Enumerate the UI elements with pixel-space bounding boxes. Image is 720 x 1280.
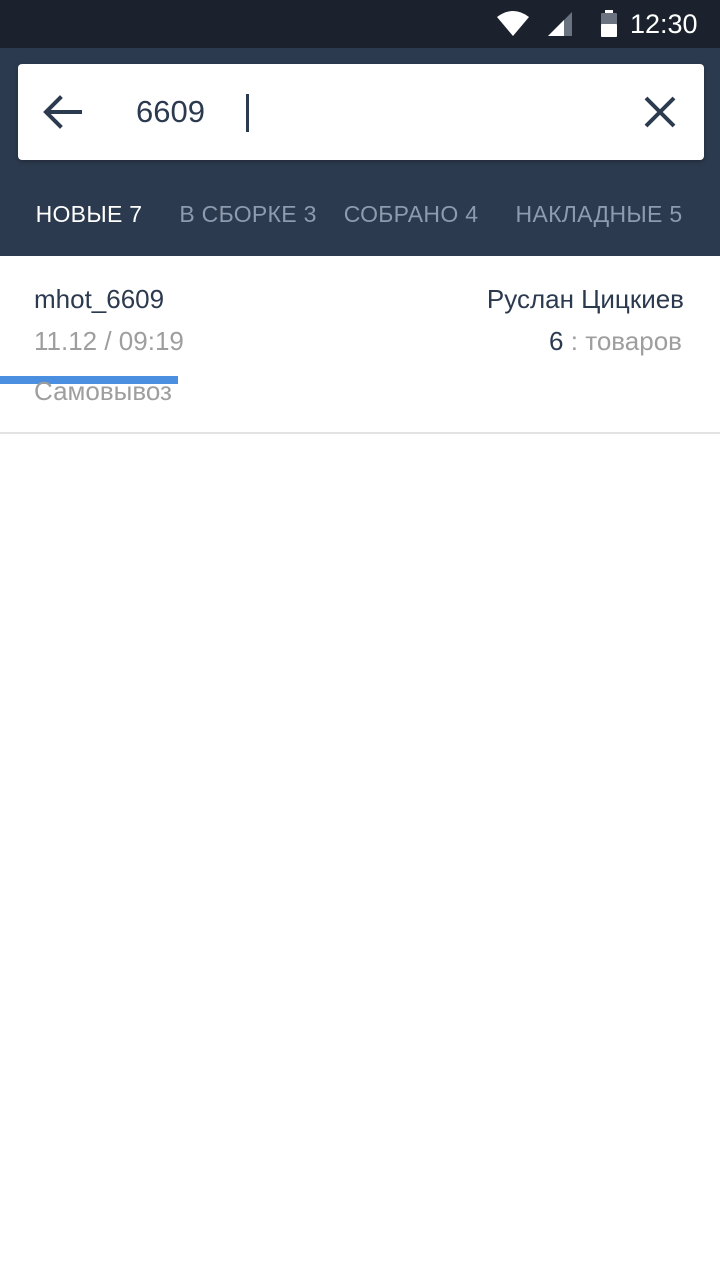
items-count-number: 6: [549, 326, 564, 356]
app-bar: 6609 НОВЫЕ 7 В СБОРКЕ 3 СОБРАНО 4 НАКЛАД…: [0, 48, 720, 384]
order-list-item[interactable]: mhot_6609 11.12 / 09:19 Самовывоз Руслан…: [0, 256, 720, 434]
cell-signal-icon: [546, 0, 574, 48]
status-bar: 12:30: [0, 0, 720, 48]
order-datetime: 11.12 / 09:19: [34, 326, 184, 356]
tab-assembling[interactable]: В СБОРКЕ 3: [178, 176, 318, 252]
tab-assembled[interactable]: СОБРАНО 4: [336, 176, 486, 252]
battery-icon: [600, 0, 618, 48]
wifi-icon: [496, 0, 530, 48]
items-count-label: : товаров: [570, 326, 682, 356]
tab-invoices[interactable]: НАКЛАДНЫЕ 5: [504, 176, 694, 252]
text-cursor: [246, 94, 249, 132]
arrow-back-icon[interactable]: [40, 90, 84, 134]
order-items-count: 6 : товаров: [549, 326, 682, 357]
close-icon[interactable]: [638, 90, 682, 134]
status-time: 12:30: [630, 8, 698, 39]
search-input[interactable]: 6609: [136, 64, 616, 160]
search-bar: 6609: [18, 64, 704, 160]
order-delivery-method: Самовывоз: [34, 376, 172, 406]
order-customer-name: Руслан Цицкиев: [486, 284, 684, 314]
tab-new[interactable]: НОВЫЕ 7: [0, 176, 178, 252]
order-id: mhot_6609: [34, 284, 165, 314]
tab-bar: НОВЫЕ 7 В СБОРКЕ 3 СОБРАНО 4 НАКЛАДНЫЕ 5: [0, 176, 720, 384]
